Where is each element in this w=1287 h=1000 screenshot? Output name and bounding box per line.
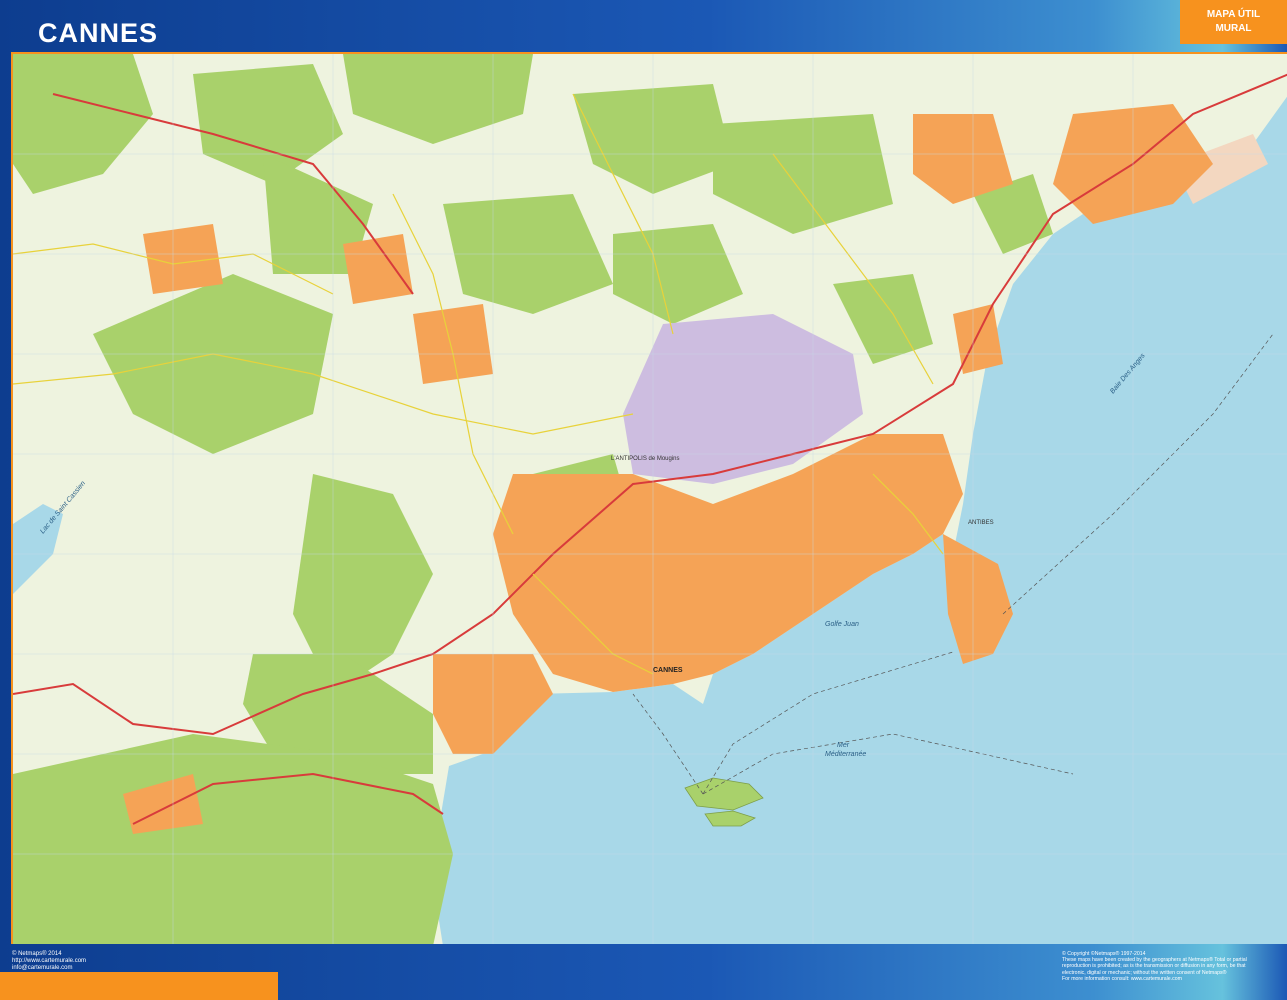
label-sophia: L'ANTIPOLIS de Mougins xyxy=(611,456,680,462)
mapa-util-badge[interactable]: MAPA ÚTIL MURAL xyxy=(1180,0,1287,44)
badge-line-2: MURAL xyxy=(1215,23,1252,34)
footer-right-legal: © Copyright ©Netmaps® 1997-2014 These ma… xyxy=(1062,951,1284,982)
map-title: CANNES xyxy=(38,18,159,48)
legal-line-5: For more information consult: www.cartem… xyxy=(1062,975,1182,982)
street-map-graphic: Golfe Juan Mer Méditerranée Baie Des Ang… xyxy=(13,54,1287,944)
footer-website-link[interactable]: http://www.cartemurale.com xyxy=(12,958,86,965)
footer-email-link[interactable]: info@cartemurale.com xyxy=(12,965,86,972)
label-cannes: CANNES xyxy=(653,667,683,674)
label-mer: Mer xyxy=(837,742,850,749)
map-canvas[interactable]: Golfe Juan Mer Méditerranée Baie Des Ang… xyxy=(11,52,1287,944)
footer-left-credits: © Netmaps® 2014 http://www.cartemurale.c… xyxy=(12,951,86,972)
label-mediterranee: Méditerranée xyxy=(825,751,866,758)
footer-orange-bar xyxy=(0,972,278,1000)
footer-copyright: © Netmaps® 2014 xyxy=(12,951,62,957)
label-golfe-juan: Golfe Juan xyxy=(825,621,859,628)
label-antibes: ANTIBES xyxy=(968,520,994,526)
badge-line-1: MAPA ÚTIL xyxy=(1206,9,1261,20)
